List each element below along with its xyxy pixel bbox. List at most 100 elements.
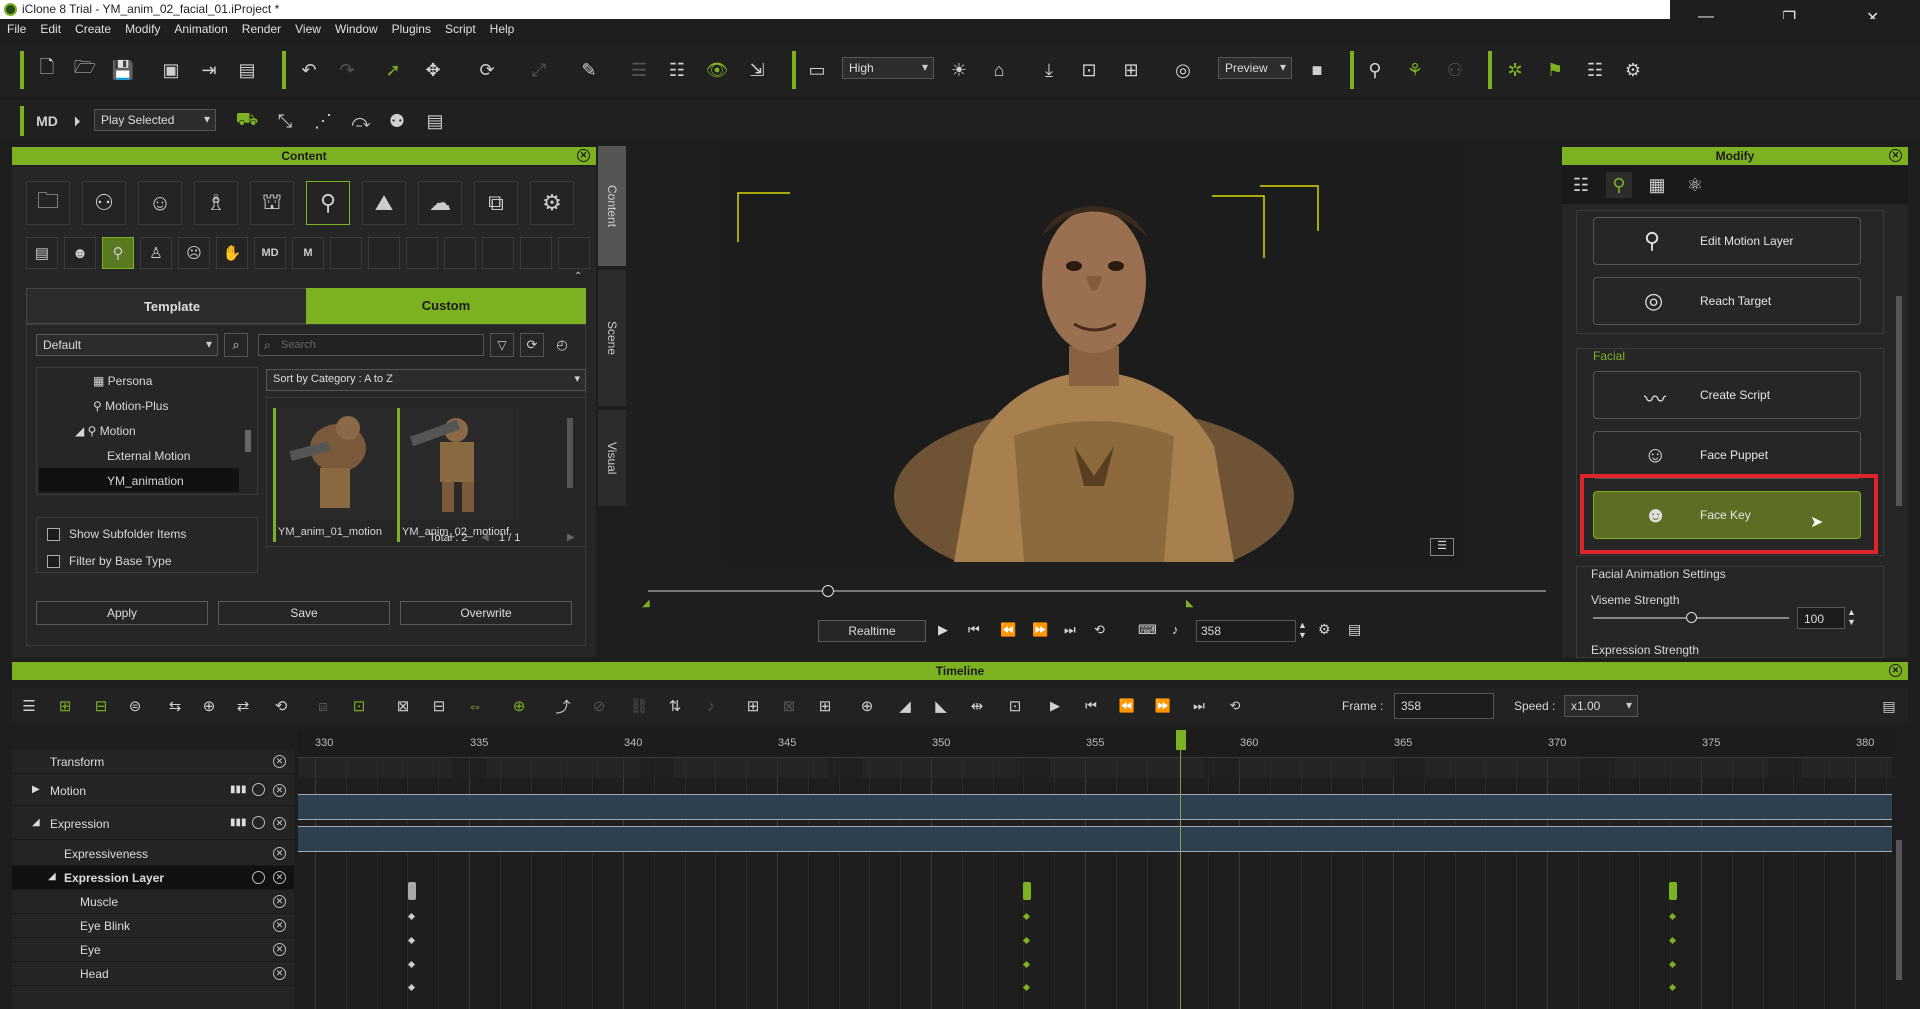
key-icon[interactable]: ⊞	[52, 693, 78, 719]
scrub-handle[interactable]	[822, 585, 834, 597]
tl-jump-start-icon[interactable]: ⏮	[1078, 693, 1104, 719]
delete-icon[interactable]: ⊘	[586, 693, 612, 719]
tab-custom[interactable]: Custom	[306, 288, 586, 324]
link-icon[interactable]: ⛓	[626, 693, 652, 719]
frame-input[interactable]: 358	[1196, 620, 1296, 642]
camera-switch-icon[interactable]: ◎	[1170, 57, 1196, 83]
tab-template[interactable]: Template	[26, 288, 318, 324]
new-file-icon[interactable]: 🗋	[34, 57, 60, 83]
preview-select[interactable]: Preview	[1218, 57, 1292, 79]
thumb-ym-anim-01[interactable]: YM_anim_01_motion	[273, 408, 395, 542]
download-icon[interactable]: ⤓	[1036, 57, 1062, 83]
speed-icon[interactable]: ⊟	[426, 693, 452, 719]
prop-icon[interactable]: ☁	[418, 181, 462, 225]
script-list-icon[interactable]: ☷	[1582, 57, 1608, 83]
timeline-scrollbar[interactable]	[1896, 840, 1902, 980]
track-remove-icon[interactable]: ✕	[273, 817, 286, 830]
crowd-icon[interactable]: ⚇	[1442, 57, 1468, 83]
expand-arrow-icon[interactable]: ▶	[32, 784, 40, 795]
edit-motion-layer-button[interactable]: ⚲ Edit Motion Layer	[1593, 217, 1861, 265]
track-expression-layer[interactable]: ◢ Expression Layer ✕	[12, 866, 294, 890]
md-motion-icon[interactable]: M	[292, 237, 324, 269]
track-head[interactable]: Head ✕	[12, 962, 294, 986]
reach-target-button[interactable]: ◎ Reach Target	[1593, 277, 1861, 325]
rotate-icon[interactable]: ⟳	[474, 57, 500, 83]
save-button[interactable]: Save	[218, 601, 390, 625]
scene-icon[interactable]: ⛰	[362, 181, 406, 225]
transition-icon[interactable]: ⊠	[390, 693, 416, 719]
menu-modify[interactable]: Modify	[118, 19, 167, 36]
menu-window[interactable]: Window	[328, 19, 385, 36]
redo-icon[interactable]: ↷	[334, 57, 360, 83]
collapse-tracks-icon[interactable]: ⇆	[162, 693, 188, 719]
insert-icon[interactable]: ⊕	[506, 693, 532, 719]
viseme-spinner[interactable]: ▲ ▼	[1847, 607, 1856, 627]
prev-frame-icon[interactable]: ⏪	[1000, 622, 1016, 638]
stretch-icon[interactable]: ⇔	[462, 693, 488, 719]
next-page-icon[interactable]: ▶	[567, 532, 575, 543]
menu-animation[interactable]: Animation	[167, 19, 234, 36]
undo-icon[interactable]: ↶	[296, 57, 322, 83]
collapse-arrow-icon[interactable]: ◢	[48, 871, 56, 882]
thumb-ym-anim-02[interactable]: YM_anim_02_motionf	[397, 408, 519, 542]
video-camera-icon[interactable]: ■	[1304, 57, 1330, 83]
caption-toggle-icon[interactable]: ⌨	[1138, 622, 1157, 638]
head-icon[interactable]: ☺	[138, 181, 182, 225]
range-end-marker[interactable]: ◣	[1186, 598, 1194, 609]
viseme-slider-thumb[interactable]	[1686, 612, 1697, 623]
layer-key-selected[interactable]	[1669, 882, 1677, 900]
motion-director-icon[interactable]: MD	[34, 108, 60, 134]
tree-scrollbar[interactable]	[245, 430, 251, 452]
align-icon[interactable]: ☰	[626, 57, 652, 83]
fit-icon[interactable]: ◣	[928, 693, 954, 719]
track-remove-icon[interactable]: ✕	[273, 919, 286, 932]
folder-search-icon[interactable]: ⌕	[224, 333, 248, 357]
pose-icon[interactable]: ♙	[140, 237, 172, 269]
select-arrow-icon[interactable]: ➚	[380, 57, 406, 83]
track-remove-icon[interactable]: ✕	[273, 895, 286, 908]
track-expressiveness[interactable]: Expressiveness ✕	[12, 842, 294, 866]
track-eye-blink[interactable]: Eye Blink ✕	[12, 914, 294, 938]
animation-icon[interactable]: ⚲	[306, 181, 350, 225]
loop-track-icon[interactable]: ⟲	[268, 693, 294, 719]
frame-ruler[interactable]: 330 335 340 345 350 355 360 365 370 375 …	[298, 730, 1892, 758]
side-tab-content[interactable]: Content	[598, 146, 626, 266]
menu-script[interactable]: Script	[438, 19, 483, 36]
play-circle-icon[interactable]: ⏵	[64, 108, 90, 134]
caption-icon[interactable]: ☰	[1430, 538, 1454, 556]
jump-start-icon[interactable]: ⏮	[968, 622, 980, 638]
fit-start-icon[interactable]: ◢	[892, 693, 918, 719]
timeline-frame-input[interactable]: 358	[1394, 693, 1494, 719]
track-list-icon[interactable]: ☰	[16, 693, 42, 719]
menu-view[interactable]: View	[288, 19, 328, 36]
refresh-icon[interactable]: ⟳	[520, 333, 544, 357]
tl-next-frame-icon[interactable]: ⏩	[1150, 693, 1176, 719]
move-icon[interactable]: ✥	[420, 57, 446, 83]
menu-help[interactable]: Help	[483, 19, 522, 36]
shift-icon[interactable]: ⇄	[230, 693, 256, 719]
range-start-marker[interactable]: ◢	[642, 598, 650, 609]
tree-item-external-motion[interactable]: External Motion	[107, 449, 190, 463]
zoom-icon[interactable]: ⊕	[854, 693, 880, 719]
sync-icon[interactable]: ⇅	[662, 693, 688, 719]
save-icon[interactable]: 💾	[110, 57, 136, 83]
facial-script-icon[interactable]: ▤	[26, 237, 58, 269]
media-icon[interactable]: ⧉	[474, 181, 518, 225]
collapse-icon[interactable]: ⌃	[574, 271, 582, 282]
playback-scrub-track[interactable]	[648, 590, 1546, 592]
track-transform[interactable]: Transform ✕	[12, 750, 294, 774]
stage-icon[interactable]: ⛫	[250, 181, 294, 225]
acculips-icon[interactable]: ✲	[1502, 57, 1528, 83]
export-icon[interactable]: ⇥	[196, 57, 222, 83]
side-tab-visual[interactable]: Visual	[598, 410, 626, 506]
track-remove-icon[interactable]: ✕	[273, 847, 286, 860]
frame-all-icon[interactable]: ⊡	[1002, 693, 1028, 719]
audio-icon[interactable]: ♪	[1172, 622, 1179, 637]
cloth-icon[interactable]: ♗	[194, 181, 238, 225]
remove-track-icon[interactable]: ⊠	[776, 693, 802, 719]
curve-icon[interactable]: ⤴	[550, 693, 576, 719]
group-icon[interactable]: ⚉	[384, 108, 410, 134]
flatten-icon[interactable]: ⊡	[346, 693, 372, 719]
tree-item-motion-plus[interactable]: ⚲ Motion-Plus	[93, 399, 168, 413]
tl-loop-icon[interactable]: ⟲	[1222, 693, 1248, 719]
